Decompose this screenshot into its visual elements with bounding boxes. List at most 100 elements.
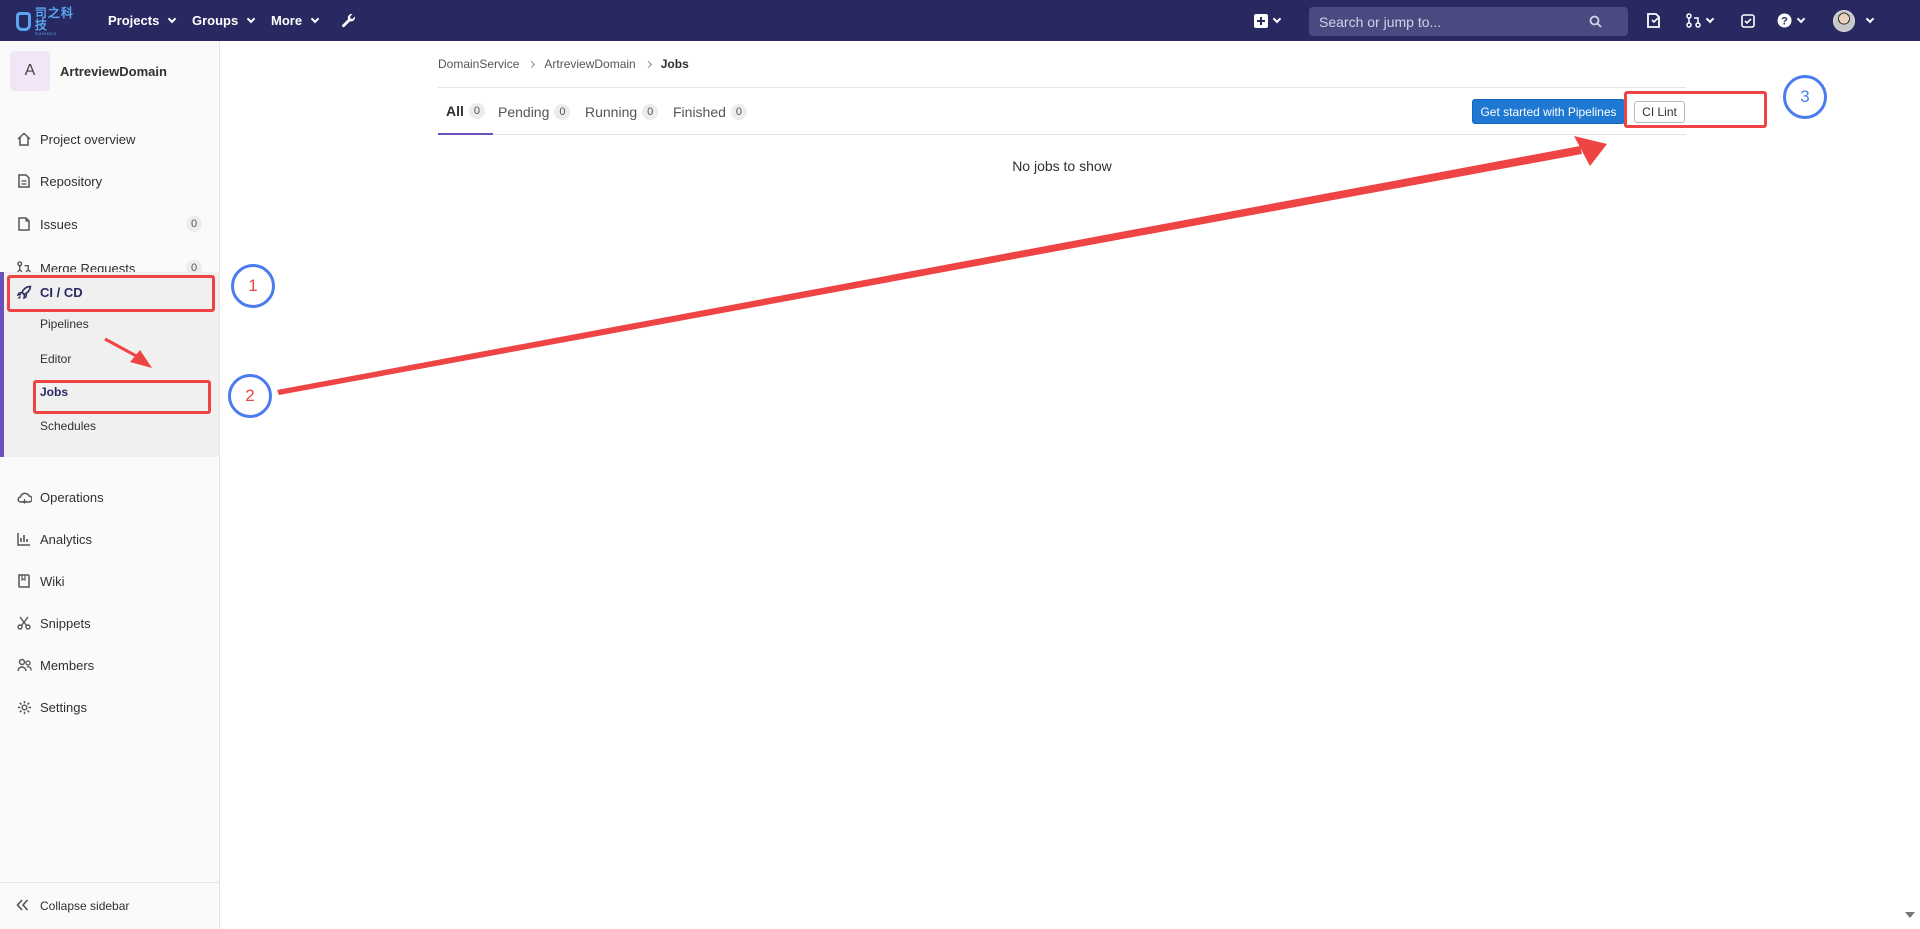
chevron-down-icon (1705, 14, 1715, 23)
collapse-sidebar-button[interactable]: Collapse sidebar (0, 882, 219, 929)
groups-menu-label: Groups (192, 13, 239, 28)
top-navbar: 司之科技 SIZHIKEJI Projects Groups More ? (0, 0, 1920, 41)
sidebar-item-label: Wiki (40, 573, 65, 589)
todo-checkbox-icon[interactable] (1741, 12, 1755, 29)
sidebar-item-label: Snippets (40, 615, 91, 631)
double-chevron-left-icon (16, 898, 32, 914)
merge-requests-nav[interactable] (1686, 12, 1715, 29)
empty-state-message: No jobs to show (1012, 158, 1112, 174)
tab-count-badge: 0 (642, 103, 659, 120)
sidebar-item-analytics[interactable]: Analytics (0, 521, 219, 557)
sidebar-item-members[interactable]: Members (0, 647, 219, 683)
sidebar-item-label: Analytics (40, 531, 93, 547)
issues-nav-icon[interactable] (1646, 12, 1661, 29)
annotation-highlight-jobs (33, 380, 211, 414)
chevron-down-icon (310, 14, 320, 23)
svg-text:?: ? (1781, 16, 1788, 28)
projects-menu-label: Projects (108, 13, 160, 28)
sidebar-item-settings[interactable]: Settings (0, 689, 219, 725)
breadcrumb-current[interactable]: Jobs (661, 57, 689, 71)
breadcrumb: DomainService ArtreviewDomain Jobs (438, 57, 689, 71)
chart-icon (16, 531, 32, 547)
tab-count-badge: 0 (468, 102, 485, 119)
project-sidebar: A ArtreviewDomain Project overview Repos… (0, 41, 220, 929)
sidebar-item-snippets[interactable]: Snippets (0, 605, 219, 641)
search-icon (1589, 15, 1602, 28)
more-menu-label: More (271, 13, 303, 28)
sidebar-item-label: Settings (40, 699, 87, 715)
sidebar-item-label: Issues (40, 216, 78, 232)
tab-running[interactable]: Running 0 (585, 88, 659, 135)
sidebar-item-project-overview[interactable]: Project overview (0, 121, 219, 157)
sidebar-subitem-pipelines[interactable]: Pipelines (40, 317, 89, 331)
tab-label: All (446, 102, 464, 119)
gear-icon (16, 699, 32, 715)
annotation-circle-1: 1 (231, 264, 275, 308)
annotation-highlight-cicd (7, 275, 215, 312)
wrench-icon[interactable] (341, 12, 357, 29)
sidebar-item-operations[interactable]: Operations (0, 479, 219, 515)
user-menu-chevron[interactable] (1861, 12, 1875, 29)
tab-count-badge: 0 (730, 103, 747, 120)
chevron-down-icon (1796, 14, 1806, 23)
annotation-circle-3: 3 (1783, 75, 1827, 119)
logo-mark-icon (16, 11, 31, 31)
annotation-highlight-ci-lint (1624, 91, 1767, 128)
project-avatar: A (10, 51, 50, 91)
chevron-down-icon (168, 14, 177, 23)
scissors-icon (16, 615, 32, 631)
scrollbar-down-arrow[interactable] (1905, 912, 1915, 918)
projects-menu[interactable]: Projects (108, 0, 177, 41)
user-avatar[interactable] (1833, 10, 1855, 32)
cloud-icon (16, 489, 32, 505)
sidebar-item-issues[interactable]: Issues 0 (0, 206, 219, 242)
tab-all[interactable]: All 0 (438, 88, 493, 135)
collapse-sidebar-label: Collapse sidebar (40, 899, 130, 913)
tab-label: Running (585, 103, 638, 120)
breadcrumb-link-project[interactable]: ArtreviewDomain (544, 57, 635, 71)
issues-icon (16, 216, 32, 232)
chevron-down-icon (246, 14, 256, 23)
tab-label: Pending (498, 103, 550, 120)
sidebar-item-label: Members (40, 657, 95, 673)
search-input[interactable] (1319, 13, 1589, 30)
breadcrumb-link-group[interactable]: DomainService (438, 57, 519, 71)
annotation-arrow-long (277, 146, 1582, 395)
get-started-pipelines-button[interactable]: Get started with Pipelines (1472, 99, 1625, 124)
book-icon (16, 573, 32, 589)
chevron-right-icon (644, 60, 652, 68)
home-icon (16, 131, 32, 147)
logo-text: 司之科技 (34, 5, 74, 32)
help-dropdown[interactable]: ? (1777, 12, 1806, 29)
sidebar-item-wiki[interactable]: Wiki (0, 563, 219, 599)
chevron-right-icon (528, 60, 536, 68)
users-icon (16, 657, 32, 673)
new-item-dropdown[interactable] (1254, 12, 1282, 29)
tab-label: Finished (673, 103, 726, 120)
sidebar-item-label: Project overview (40, 131, 136, 147)
company-logo[interactable]: 司之科技 SIZHIKEJI (16, 5, 86, 35)
tab-finished[interactable]: Finished 0 (673, 88, 747, 135)
groups-menu[interactable]: Groups (192, 0, 256, 41)
chevron-down-icon (1865, 14, 1875, 23)
project-name: ArtreviewDomain (60, 63, 167, 79)
sidebar-item-repository[interactable]: Repository (0, 163, 219, 199)
merge-request-icon (1686, 13, 1701, 28)
tab-pending[interactable]: Pending 0 (498, 88, 571, 135)
search-box[interactable] (1309, 7, 1628, 36)
sidebar-subitem-editor[interactable]: Editor (40, 352, 71, 366)
doc-icon (16, 173, 32, 189)
project-header[interactable]: A ArtreviewDomain (10, 51, 167, 91)
sidebar-item-label: Repository (40, 173, 103, 189)
more-menu[interactable]: More (271, 0, 320, 41)
sidebar-subitem-schedules[interactable]: Schedules (40, 419, 96, 433)
tab-count-badge: 0 (554, 103, 571, 120)
help-icon: ? (1777, 13, 1792, 28)
chevron-down-icon (1272, 14, 1282, 23)
sidebar-item-label: Operations (40, 489, 104, 505)
logo-subtext: SIZHIKEJI (34, 30, 57, 36)
plus-square-icon (1254, 13, 1268, 28)
issues-count-badge: 0 (186, 216, 202, 232)
annotation-circle-2: 2 (228, 374, 272, 418)
annotation-arrows (104, 136, 1607, 395)
